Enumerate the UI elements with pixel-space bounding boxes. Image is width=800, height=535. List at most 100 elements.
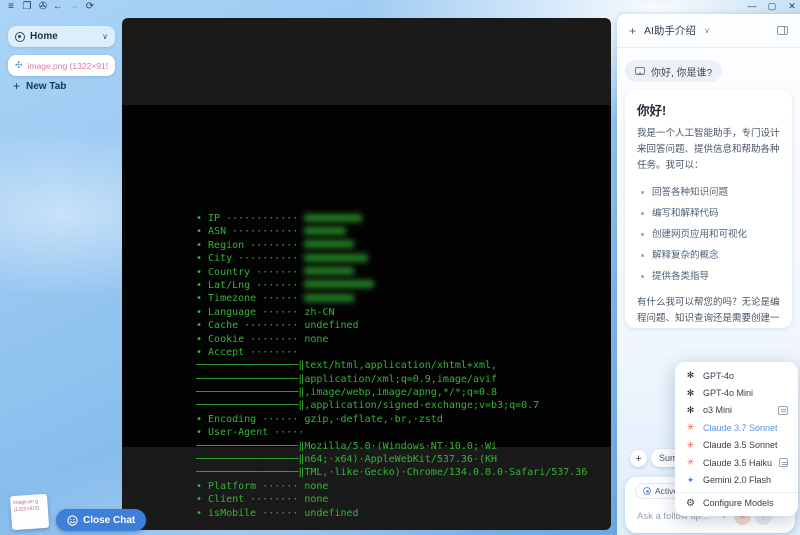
terminal-line: • Region ········ <box>196 239 587 252</box>
model-menu-list: ✻ GPT-4o ✻ GPT-4o Mini ✻ o3 Mini ✳ Claude 3.7 S… <box>675 367 798 489</box>
close-icon[interactable]: ✕ <box>785 1 799 12</box>
minimize-icon[interactable]: — <box>745 1 759 11</box>
close-chat-button[interactable]: Close Chat <box>56 509 147 531</box>
terminal-line: • Lat/Lng ······· <box>196 279 587 292</box>
configure-models-item[interactable]: ⚙ Configure Models <box>675 495 798 512</box>
assistant-bullet-list: 回答各种知识问题 编写和解释代码 创建网页应用和可视化 解释复杂的概念 提供各类指导 <box>639 182 780 287</box>
sidebar-item-home[interactable]: Home ∨ <box>8 26 115 47</box>
tab-thumbnail-note[interactable]: image.pn g (1322×915) <box>9 493 50 531</box>
reload-icon[interactable]: ⟳ <box>83 1 97 12</box>
maximize-icon[interactable]: ▢ <box>765 1 779 12</box>
screenshot-image: • IP ············ • ASN ··········· • Re… <box>122 105 611 519</box>
redacted-value <box>304 280 375 289</box>
gemini-logo-icon: ✦ <box>686 474 695 485</box>
terminal-line: ─────────────────‖text/html,application/… <box>196 360 498 372</box>
terminal-line: • Language ······ zh-CN <box>196 306 335 318</box>
terminal-line: • Accept ········ <box>196 346 299 358</box>
sidebar-item-image-tab[interactable]: ✣ image.png (1322×915) <box>8 55 115 76</box>
terminal-line: • IP ············ <box>196 212 587 225</box>
terminal-line: • Client ········ none <box>196 494 329 506</box>
model-label: Gemini 2.0 Flash <box>703 475 772 486</box>
terminal-line: • User-Agent ····· <box>196 427 305 439</box>
redacted-value <box>304 253 369 262</box>
model-menu-item-gpt-4o[interactable]: ✻ GPT-4o <box>675 367 798 384</box>
image-tab-label: image.png (1322×915) <box>27 60 108 71</box>
model-label: GPT-4o Mini <box>703 388 754 399</box>
claude-logo-icon: ✳ <box>686 439 695 450</box>
active-tab-icon <box>643 487 651 495</box>
model-label: o3 Mini <box>703 405 733 416</box>
terminal-line: ─────────────────‖Mozilla/5.0·(Windows·N… <box>196 440 498 452</box>
terminal-line: ─────────────────‖TML,·like·Gecko)·Chrom… <box>196 467 588 479</box>
user-message-text: 你好, 你是谁? <box>651 67 713 79</box>
add-suggestion-button[interactable]: + <box>630 450 647 467</box>
new-tab-label: New Tab <box>26 80 67 92</box>
model-menu-item-claude-3-5-sonnet[interactable]: ✳ Claude 3.5 Sonnet <box>675 437 798 454</box>
openai-logo-icon: ✻ <box>686 387 695 398</box>
assistant-message-card: 你好! 我是一个人工智能助手，专门设计来回答问题、提供信息和帮助各种任务。我可以… <box>625 90 792 328</box>
model-menu-item-gpt-4o-mini[interactable]: ✻ GPT-4o Mini <box>675 384 798 401</box>
new-tab-button[interactable]: + New Tab <box>13 79 66 93</box>
image-viewer: • IP ············ • ASN ··········· • Re… <box>122 18 611 530</box>
new-chat-icon[interactable]: + <box>629 24 636 38</box>
model-label: Claude 3.5 Sonnet <box>703 440 778 451</box>
back-icon[interactable]: ← <box>51 1 65 12</box>
model-label: Claude 3.7 Sonnet <box>703 422 778 433</box>
terminal-line: ─────────────────‖n64;·x64)·AppleWebKit/… <box>196 454 498 466</box>
model-label: GPT-4o <box>703 370 735 381</box>
redacted-value <box>304 240 355 249</box>
terminal-line: ─────────────────‖application/xml;q=0.9,… <box>196 373 498 385</box>
gear-icon: ⚙ <box>686 497 695 509</box>
configure-models-label: Configure Models <box>703 498 774 509</box>
terminal-line: • Cache ········· undefined <box>196 320 359 332</box>
redacted-value <box>304 213 363 222</box>
user-message-bubble: 你好, 你是谁? <box>625 60 723 82</box>
openai-logo-icon: ✻ <box>686 370 695 381</box>
menu-divider <box>675 491 798 493</box>
terminal-line: • Country ······· <box>196 266 587 279</box>
assistant-bullet: 编写和解释代码 <box>639 203 780 224</box>
model-menu: ✻ GPT-4o ✻ GPT-4o Mini ✻ o3 Mini ✳ Claude 3.7 S… <box>675 362 798 517</box>
assistant-bullet: 解释复杂的概念 <box>639 245 780 266</box>
smiley-icon <box>67 514 78 526</box>
app-window: ≡ ❐ ✇ ← → ⟳ — ▢ ✕ Home ∨ ✣ image.png (13… <box>0 0 800 535</box>
chat-header: + AI助手介绍 ∨ <box>617 14 800 48</box>
model-menu-item-o3-mini[interactable]: ✻ o3 Mini <box>675 402 798 419</box>
assistant-greeting: 你好! <box>637 104 667 118</box>
openai-logo-icon: ✻ <box>686 404 695 415</box>
forward-icon[interactable]: → <box>67 1 81 12</box>
windows-icon[interactable]: ❐ <box>20 1 34 12</box>
model-menu-item-claude-3-5-haiku[interactable]: ✳ Claude 3.5 Haiku <box>675 454 798 471</box>
claude-logo-icon: ✳ <box>686 457 695 468</box>
panel-toggle-icon[interactable] <box>777 26 788 35</box>
home-target-icon <box>15 31 25 42</box>
terminal-text: • IP ············ • ASN ··········· • Re… <box>196 212 587 520</box>
model-menu-item-gemini-2-0-flash[interactable]: ✦ Gemini 2.0 Flash <box>675 471 798 488</box>
chat-title-chevron-icon[interactable]: ∨ <box>704 26 710 35</box>
assistant-closing: 有什么我可以帮您的吗？无论是编程问题、知识查询还是需要创建一个简单的应用，我都很… <box>637 297 780 324</box>
assistant-bullet: 创建网页应用和可视化 <box>639 224 780 245</box>
terminal-line: • Platform ······ none <box>196 480 329 492</box>
close-chat-label: Close Chat <box>83 514 136 526</box>
assistant-bullet: 提供各类指导 <box>639 266 780 287</box>
terminal-line: • Timezone ······ <box>196 292 587 305</box>
redacted-value <box>304 226 347 235</box>
model-capability-badge-icon <box>778 405 788 415</box>
redacted-value <box>304 267 355 276</box>
plus-icon: + <box>13 79 21 93</box>
model-menu-item-claude-3-7-sonnet[interactable]: ✳ Claude 3.7 Sonnet <box>675 419 798 436</box>
claude-logo-icon: ✳ <box>686 422 695 433</box>
model-capability-badge-icon <box>779 458 788 468</box>
menu-icon[interactable]: ≡ <box>4 1 18 12</box>
terminal-line: • Encoding ······ gzip,·deflate,·br,·zst… <box>196 413 443 425</box>
terminal-line: ─────────────────‖,application/signed-ex… <box>196 400 540 412</box>
chat-title: AI助手介绍 <box>644 25 696 37</box>
terminal-line: • City ·········· <box>196 252 587 265</box>
terminal-line: ─────────────────‖,image/webp,image/apng… <box>196 387 498 399</box>
image-tab-icon: ✣ <box>15 60 23 70</box>
redacted-value <box>304 293 355 302</box>
home-label: Home <box>30 31 58 42</box>
assistant-bullet: 回答各种知识问题 <box>639 182 780 203</box>
assistant-intro: 我是一个人工智能助手，专门设计来回答问题、提供信息和帮助各种任务。我可以： <box>637 128 780 171</box>
extension-badge-icon[interactable]: ✇ <box>36 1 50 12</box>
